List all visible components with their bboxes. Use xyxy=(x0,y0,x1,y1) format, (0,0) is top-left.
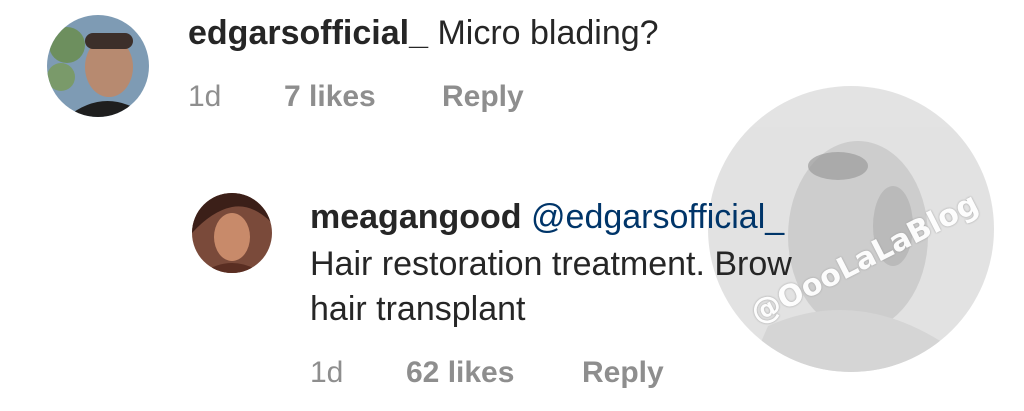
comment-username[interactable]: edgarsofficial_ xyxy=(188,14,428,52)
comment-likes[interactable]: 62 likes xyxy=(406,356,514,390)
comment-text-line: Hair restoration treatment. Brow xyxy=(310,245,792,283)
mention-link[interactable]: @edgarsofficial_ xyxy=(531,198,784,236)
avatar[interactable] xyxy=(47,15,149,117)
comment-username[interactable]: meagangood xyxy=(310,198,522,236)
comment-time: 1d xyxy=(188,80,222,113)
comment-text: Micro blading? xyxy=(437,14,659,52)
reply-button[interactable]: Reply xyxy=(582,356,664,390)
comment-text-line: hair transplant xyxy=(310,290,526,328)
avatar[interactable] xyxy=(192,193,272,273)
reply-button[interactable]: Reply xyxy=(442,80,524,114)
comment-time: 1d xyxy=(310,356,344,389)
comment-likes[interactable]: 7 likes xyxy=(284,80,376,114)
